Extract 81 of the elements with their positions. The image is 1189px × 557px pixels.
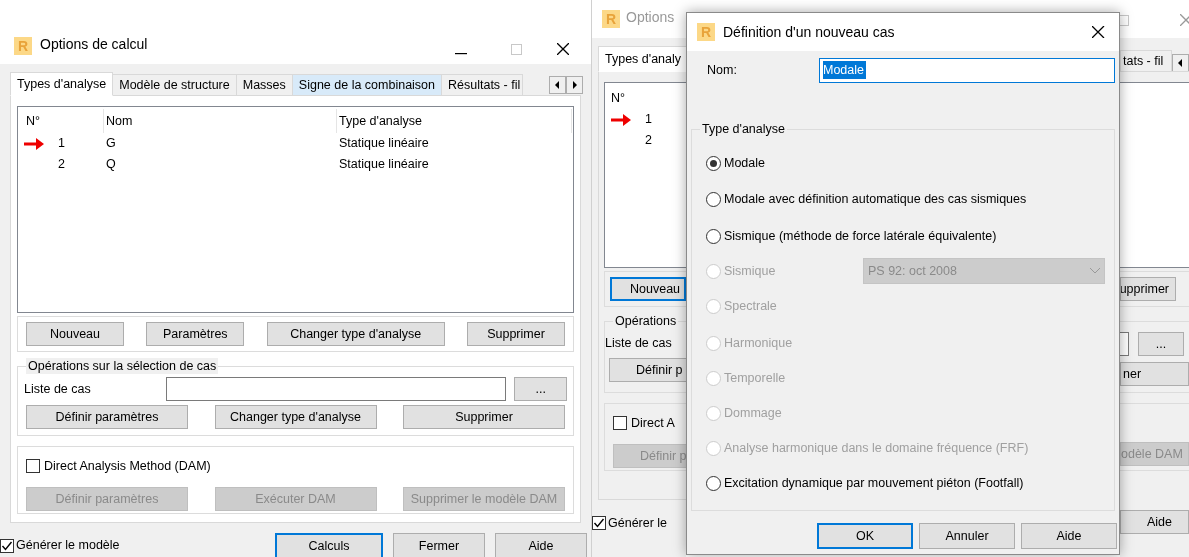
table-cell-text: Q — [105, 156, 117, 174]
table-cell-text: 1 — [58, 135, 65, 153]
radio-button[interactable] — [706, 228, 721, 244]
tab[interactable]: Types d'analyse — [10, 72, 114, 96]
radio-button[interactable] — [706, 191, 721, 207]
radio-label: Spectrale — [724, 298, 777, 316]
table-cell-text: 1 — [645, 111, 652, 129]
push-button[interactable]: Paramètres — [146, 322, 245, 346]
chevron-down-icon — [1090, 268, 1100, 274]
column-header[interactable]: Nom — [104, 109, 337, 133]
push-button[interactable]: Nouveau — [26, 322, 124, 346]
push-button[interactable]: Aide — [495, 533, 587, 557]
arrow-icon — [611, 113, 631, 126]
arrow-icon — [24, 137, 44, 150]
checkbox-label: Direct Analysis Method (DAM) — [44, 457, 211, 475]
checkbox-label: Générer le — [608, 515, 668, 532]
window-title: Options de calcul — [40, 35, 149, 54]
push-button[interactable]: Définir p — [609, 358, 686, 382]
checkbox[interactable] — [592, 516, 606, 531]
app-logo-icon: R — [14, 37, 32, 55]
push-button[interactable]: Supprimer — [403, 405, 565, 429]
radio-label: Modale avec définition automatique des cas sismiques — [724, 190, 1027, 208]
checkbox-label: Générer le modèle — [16, 537, 120, 555]
push-button[interactable]: Fermer — [393, 533, 485, 557]
push-button[interactable]: Annuler — [919, 523, 1015, 549]
name-field[interactable]: Modale — [819, 57, 1115, 83]
push-button[interactable]: Aide — [1120, 510, 1189, 534]
push-button[interactable]: ner — [1120, 362, 1189, 386]
case-list-field[interactable] — [1120, 332, 1129, 356]
radio-label: Harmonique — [724, 334, 793, 352]
radio-button[interactable] — [706, 155, 721, 171]
radio-button[interactable] — [706, 475, 721, 491]
push-button[interactable]: Aide — [1021, 523, 1117, 549]
close-icon[interactable] — [557, 43, 569, 55]
tab[interactable]: Résultats - fil — [441, 74, 523, 96]
group-title: Opérations sur la sélection de cas — [26, 358, 219, 374]
table-cell-text: 2 — [645, 132, 652, 150]
table-cell-text: 2 — [58, 156, 65, 174]
table-cell-text: G — [105, 135, 117, 153]
checkbox[interactable] — [0, 538, 14, 553]
app-logo-icon: R — [602, 10, 620, 28]
case-list-field[interactable] — [166, 377, 507, 401]
push-button[interactable]: Définir paramètres — [26, 405, 188, 429]
checkbox[interactable] — [26, 459, 40, 473]
radio-label: Temporelle — [724, 370, 786, 388]
push-button[interactable]: OK — [817, 523, 913, 549]
group-title: Type d'analyse — [700, 121, 787, 137]
tab[interactable]: Types d'analy — [598, 46, 686, 72]
column-header[interactable]: N° — [611, 89, 686, 109]
push-button[interactable]: ... — [1138, 332, 1184, 356]
push-button[interactable]: upprimer — [1120, 277, 1176, 301]
close-icon[interactable] — [1092, 26, 1105, 38]
table-cell-text: Statique linéaire — [338, 135, 430, 153]
radio-label: Analyse harmonique dans le domaine fréquence (FRF) — [724, 439, 1029, 457]
window-title: Options — [626, 8, 675, 27]
radio-label: Dommage — [724, 404, 782, 422]
tab[interactable]: Signe de la combinaison — [291, 74, 442, 96]
table-cell-text: Statique linéaire — [338, 156, 430, 174]
dialog-title: Définition d'un nouveau cas — [723, 22, 896, 42]
minimize-icon[interactable] — [455, 53, 467, 55]
push-button[interactable]: Calculs — [275, 533, 383, 557]
group-title: Opérations — [613, 313, 679, 329]
radio-label: Excitation dynamique par mouvement piéton (Footfall) — [724, 474, 1024, 492]
scroll-left-icon[interactable] — [549, 76, 566, 94]
radio-label: Sismique (méthode de force latérale équivalente) — [724, 227, 997, 245]
field-label: Liste de cas — [605, 335, 673, 352]
app-logo-icon: R — [697, 23, 715, 41]
push-button[interactable]: ... — [514, 377, 567, 401]
column-header[interactable]: Type d'analyse — [337, 109, 572, 133]
radio-label: Sismique — [724, 262, 776, 280]
scroll-right-icon[interactable] — [566, 76, 583, 94]
column-header[interactable]: N° — [24, 109, 104, 133]
radio-label: Modale — [724, 154, 765, 172]
push-button[interactable]: Nouveau — [610, 277, 686, 301]
field-label: Liste de cas — [24, 380, 92, 398]
scroll-left-icon[interactable] — [1172, 54, 1189, 72]
push-button[interactable]: Changer type d'analyse — [214, 405, 377, 429]
push-button[interactable]: Changer type d'analyse — [266, 322, 445, 346]
field-label: Nom: — [707, 61, 738, 79]
push-button[interactable]: Supprimer — [467, 322, 565, 346]
checkbox-label: Direct A — [631, 414, 675, 432]
